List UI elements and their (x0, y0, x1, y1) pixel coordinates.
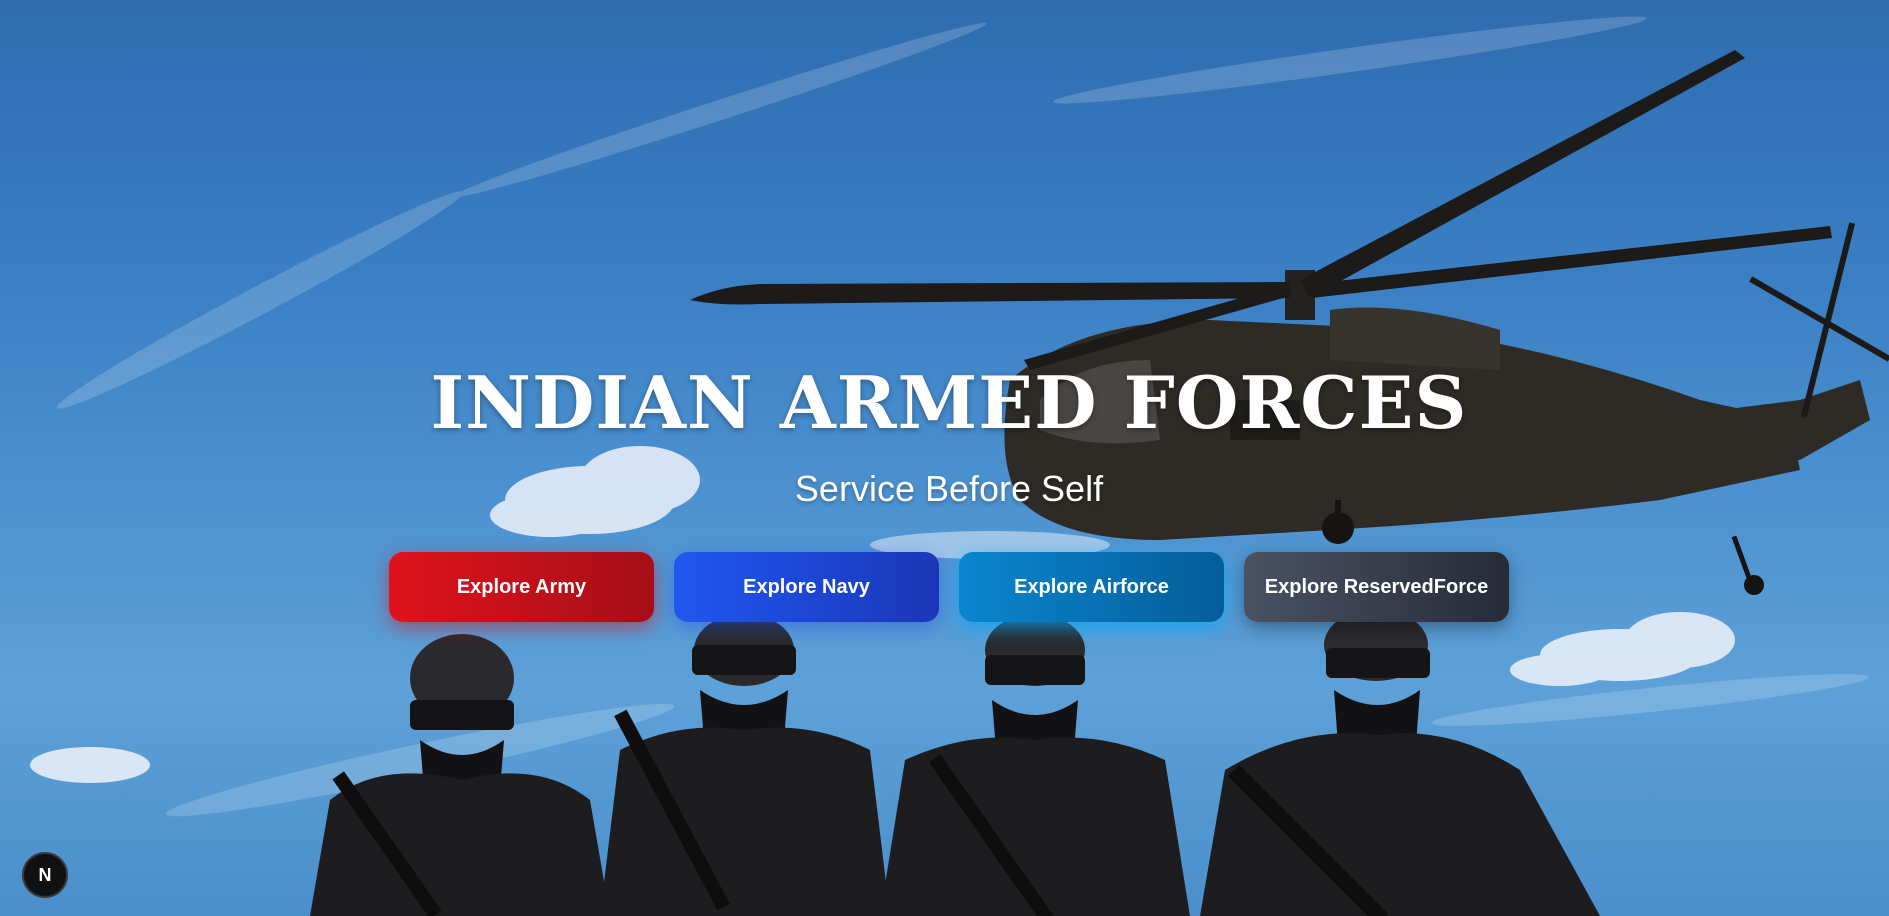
soldiers-illustration (310, 609, 1600, 916)
explore-reservedforce-button[interactable]: Explore ReservedForce (1244, 552, 1509, 622)
hero-background-image (30, 16, 1889, 916)
page-title: INDIAN ARMED FORCES (430, 360, 1468, 445)
helicopter-illustration (690, 50, 1889, 595)
nextjs-dev-indicator-button[interactable]: N (22, 852, 68, 898)
n-logo-icon: N (38, 864, 52, 885)
explore-button-row: Explore Army Explore Navy Explore Airfor… (389, 552, 1509, 622)
page-subtitle: Service Before Self (794, 468, 1104, 509)
explore-army-button[interactable]: Explore Army (389, 552, 654, 622)
hero-section: INDIAN ARMED FORCES Service Before Self … (0, 0, 1889, 916)
explore-navy-button[interactable]: Explore Navy (674, 552, 939, 622)
explore-airforce-button[interactable]: Explore Airforce (959, 552, 1224, 622)
